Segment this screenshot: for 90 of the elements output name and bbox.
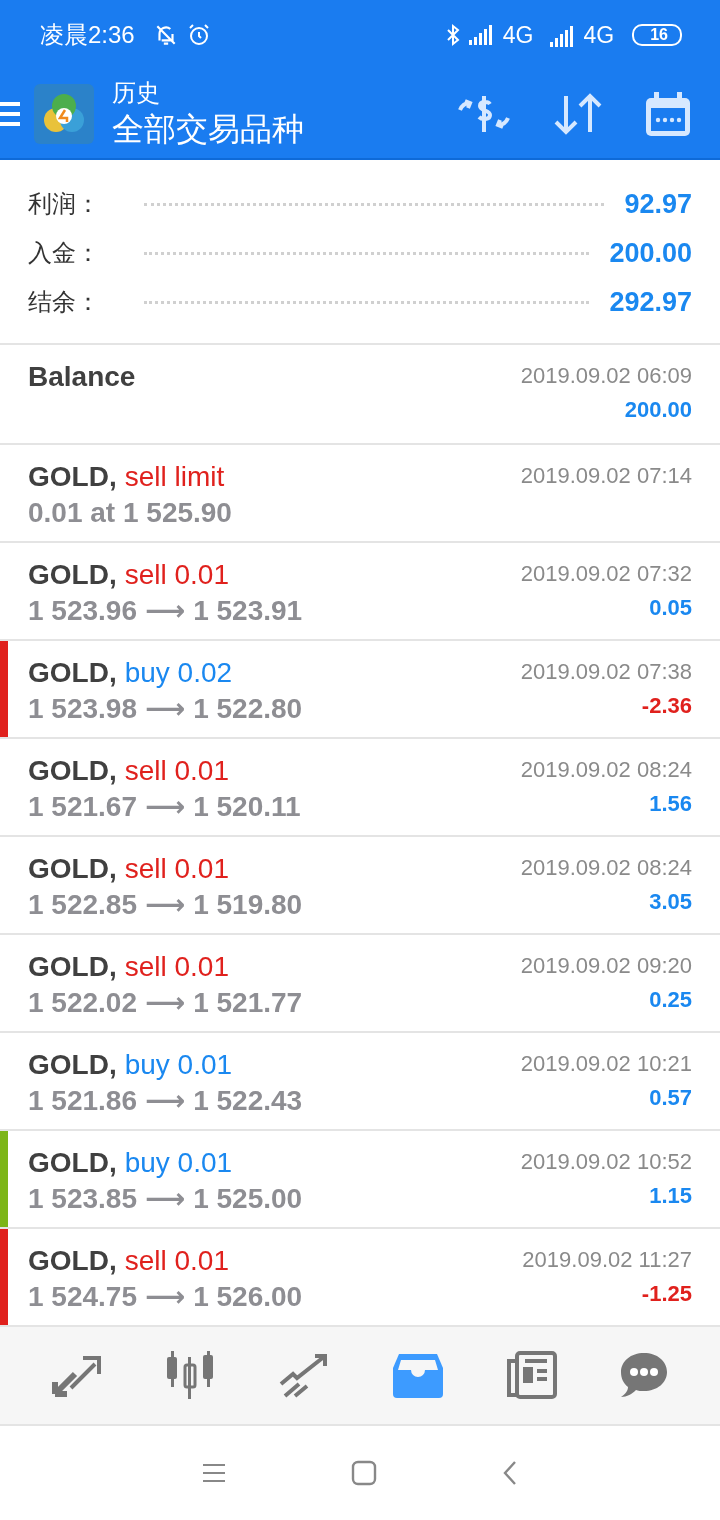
timestamp: 2019.09.02 10:52 [520, 1147, 692, 1176]
summary-value: 200.00 [609, 237, 692, 269]
trade-action: buy 0.02 [124, 655, 233, 690]
open-price: 1 522.85 [28, 887, 137, 922]
arrow: ⟶ [145, 1279, 186, 1314]
sort-arrows-icon[interactable] [552, 92, 604, 136]
symbol-name: GOLD, [28, 655, 117, 690]
arrow: ⟶ [145, 593, 186, 628]
timestamp: 2019.09.02 08:24 [520, 853, 692, 882]
symbol-name: GOLD, [28, 949, 117, 984]
status-time: 凌晨2:36 [40, 20, 135, 50]
timestamp: 2019.09.02 08:24 [520, 755, 692, 784]
chat-bubble-icon [619, 1351, 669, 1400]
history-tab[interactable] [393, 1352, 443, 1399]
summary-value: 292.97 [609, 286, 692, 318]
open-price: 1 524.75 [28, 1279, 137, 1314]
trade-action: buy 0.01 [124, 1047, 233, 1082]
bluetooth-icon [444, 23, 461, 47]
operation-title: Balance [28, 359, 136, 394]
signal-icon [468, 25, 495, 45]
close-price: 1 525.00 [193, 1181, 303, 1216]
arrow: ⟶ [145, 1083, 186, 1118]
close-price: 1 523.91 [193, 593, 303, 628]
symbol-name: GOLD, [28, 1243, 117, 1278]
profit-amount: -2.36 [641, 691, 692, 720]
open-price: 1 521.67 [28, 789, 137, 824]
open-price: 1 521.86 [28, 1083, 137, 1118]
trade-action: buy 0.01 [124, 1145, 233, 1180]
screen-title: 历史 [112, 78, 161, 108]
trade-action: sell 0.01 [124, 851, 229, 886]
inbox-icon [393, 1352, 443, 1399]
app-logo-icon [34, 84, 94, 144]
open-price: 1 523.96 [28, 593, 137, 628]
close-price: 1 520.11 [193, 789, 301, 824]
symbol-name: GOLD, [28, 1145, 117, 1180]
profit-amount: 3.05 [649, 887, 692, 916]
symbol-name: GOLD, [28, 557, 117, 592]
open-price: 1 522.02 [28, 985, 137, 1020]
summary-value: 92.97 [624, 188, 692, 220]
summary-label: 入金： [28, 238, 101, 269]
order-detail: 0.01 at 1 525.90 [28, 495, 232, 530]
back-button[interactable] [502, 1460, 518, 1487]
close-price: 1 522.80 [193, 691, 303, 726]
close-price: 1 526.00 [193, 1279, 303, 1314]
symbol-name: GOLD, [28, 1047, 117, 1082]
timestamp: 2019.09.02 07:14 [520, 461, 692, 490]
newspaper-icon [505, 1351, 557, 1400]
calendar-icon[interactable] [644, 90, 692, 138]
trade-action: sell 0.01 [124, 1243, 229, 1278]
symbol-name: GOLD, [28, 753, 117, 788]
arrow: ⟶ [145, 887, 186, 922]
arrow: ⟶ [145, 789, 186, 824]
news-tab[interactable] [505, 1351, 557, 1400]
open-price: 1 523.85 [28, 1181, 137, 1216]
summary-label: 结余： [28, 287, 101, 318]
arrow: ⟶ [145, 691, 186, 726]
trade-action: sell 0.01 [124, 949, 229, 984]
timestamp: 2019.09.02 11:27 [522, 1245, 692, 1274]
close-price: 1 522.43 [193, 1083, 303, 1118]
profit-amount: 0.57 [649, 1083, 692, 1112]
chat-tab[interactable] [619, 1351, 669, 1400]
profit-amount: 1.56 [649, 789, 692, 818]
trade-action: sell limit [124, 459, 225, 494]
recents-button[interactable] [202, 1463, 226, 1484]
battery-indicator: 16 [632, 24, 682, 46]
timestamp: 2019.09.02 09:20 [520, 951, 692, 980]
network-type: 4G [502, 21, 534, 49]
symbol-filter-title: 全部交易品种 [112, 110, 304, 149]
menu-icon[interactable] [0, 100, 20, 128]
trade-action: sell 0.01 [124, 557, 229, 592]
close-price: 1 519.80 [193, 887, 303, 922]
arrow: ⟶ [145, 985, 186, 1020]
open-price: 1 523.98 [28, 691, 137, 726]
symbol-name: GOLD, [28, 851, 117, 886]
profit-amount: 0.05 [649, 593, 692, 622]
network-type: 4G [583, 21, 615, 49]
profit-amount: 1.15 [649, 1181, 692, 1210]
symbol-name: GOLD, [28, 459, 117, 494]
arrow: ⟶ [145, 1181, 186, 1216]
summary-label: 利润： [28, 189, 101, 220]
close-price: 1 521.77 [193, 985, 303, 1020]
profit-amount: 200.00 [624, 395, 692, 424]
profit-amount: 0.25 [649, 985, 692, 1014]
timestamp: 2019.09.02 06:09 [520, 361, 692, 390]
profit-amount: -1.25 [641, 1279, 692, 1308]
home-button[interactable] [351, 1460, 377, 1487]
trade-action: sell 0.01 [124, 753, 229, 788]
timestamp: 2019.09.02 10:21 [520, 1049, 692, 1078]
timestamp: 2019.09.02 07:38 [520, 657, 692, 686]
timestamp: 2019.09.02 07:32 [520, 559, 692, 588]
